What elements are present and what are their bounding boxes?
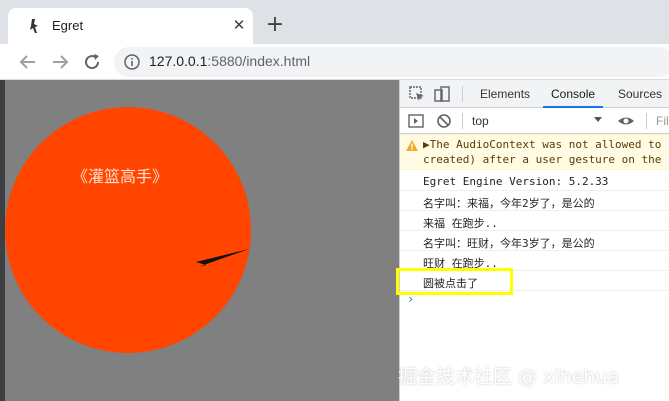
console-toolbar: top Fil	[400, 108, 669, 134]
egret-stage	[5, 107, 251, 353]
inspect-element-icon[interactable]	[408, 85, 426, 103]
log-text: 名字叫：旺财，今年3岁了，是公的	[423, 237, 595, 250]
warning-icon	[406, 140, 418, 151]
tab-bar-separator	[462, 86, 463, 102]
clear-console-icon[interactable]	[435, 112, 453, 130]
context-selector[interactable]: top	[472, 114, 489, 128]
browser-toolbar: 127.0.0.1:5880/index.html	[0, 44, 669, 80]
toolbar-separator	[462, 113, 463, 129]
back-arrow-icon[interactable]	[16, 50, 40, 74]
info-icon[interactable]	[124, 54, 140, 70]
warning-text-line-1[interactable]: ▶The AudioContext was not allowed to	[423, 138, 661, 151]
warning-text-line-2: created) after a user gesture on the p	[423, 153, 669, 166]
log-entry: 名字叫：旺财，今年3岁了，是公的	[400, 231, 669, 251]
forward-arrow-icon[interactable]	[48, 50, 72, 74]
filter-input[interactable]: Fil	[656, 114, 669, 128]
browser-tab[interactable]: Egret ✕	[8, 8, 253, 44]
context-dropdown-icon[interactable]	[594, 117, 602, 122]
devtools-panel: Elements Console Sources top Fil ▶The Au…	[399, 80, 669, 401]
highlight-box	[396, 268, 513, 295]
tab-title: Egret	[52, 18, 84, 33]
stage-title-text: 《灌篮高手》	[72, 167, 169, 186]
devtools-tab-bar: Elements Console Sources	[400, 80, 669, 108]
toolbar-separator-2	[646, 113, 647, 129]
log-entry: 来福 在跑步..	[400, 211, 669, 231]
log-text: 名字叫：来福，今年2岁了，是公的	[423, 197, 595, 210]
new-tab-button[interactable]: +	[264, 14, 286, 36]
tab-sources[interactable]: Sources	[618, 80, 662, 108]
tab-strip: Egret ✕ +	[0, 0, 669, 44]
url-text[interactable]: 127.0.0.1:5880/index.html	[149, 53, 310, 69]
window-left-edge	[0, 80, 5, 401]
log-entry: Egret Engine Version: 5.2.33	[400, 171, 669, 191]
address-bar[interactable]: 127.0.0.1:5880/index.html	[114, 47, 669, 77]
url-path: :5880/index.html	[207, 53, 311, 69]
tab-elements[interactable]: Elements	[480, 80, 530, 108]
page-viewport: 《灌篮高手》	[0, 80, 399, 401]
console-warning: ▶The AudioContext was not allowed to cre…	[400, 134, 669, 170]
tab-console[interactable]: Console	[543, 80, 604, 108]
url-host: 127.0.0.1	[149, 53, 208, 69]
screen: Egret ✕ + 127.0.0.1:5880/index.html 《灌篮高…	[0, 0, 669, 401]
log-text: Egret Engine Version: 5.2.33	[423, 175, 609, 188]
log-entry: 名字叫：来福，今年2岁了，是公的	[400, 191, 669, 211]
device-toolbar-icon[interactable]	[433, 85, 451, 103]
live-expression-eye-icon[interactable]	[617, 112, 635, 130]
show-sidebar-icon[interactable]	[407, 112, 425, 130]
stage-circle[interactable]	[5, 107, 251, 353]
log-text: 来福 在跑步..	[423, 217, 498, 230]
reload-icon[interactable]	[80, 50, 104, 74]
tab-close-icon[interactable]: ✕	[230, 16, 248, 34]
watermark-text: 掘金技术社区 @ xihehua	[398, 366, 620, 388]
egret-favicon-icon	[30, 19, 38, 33]
